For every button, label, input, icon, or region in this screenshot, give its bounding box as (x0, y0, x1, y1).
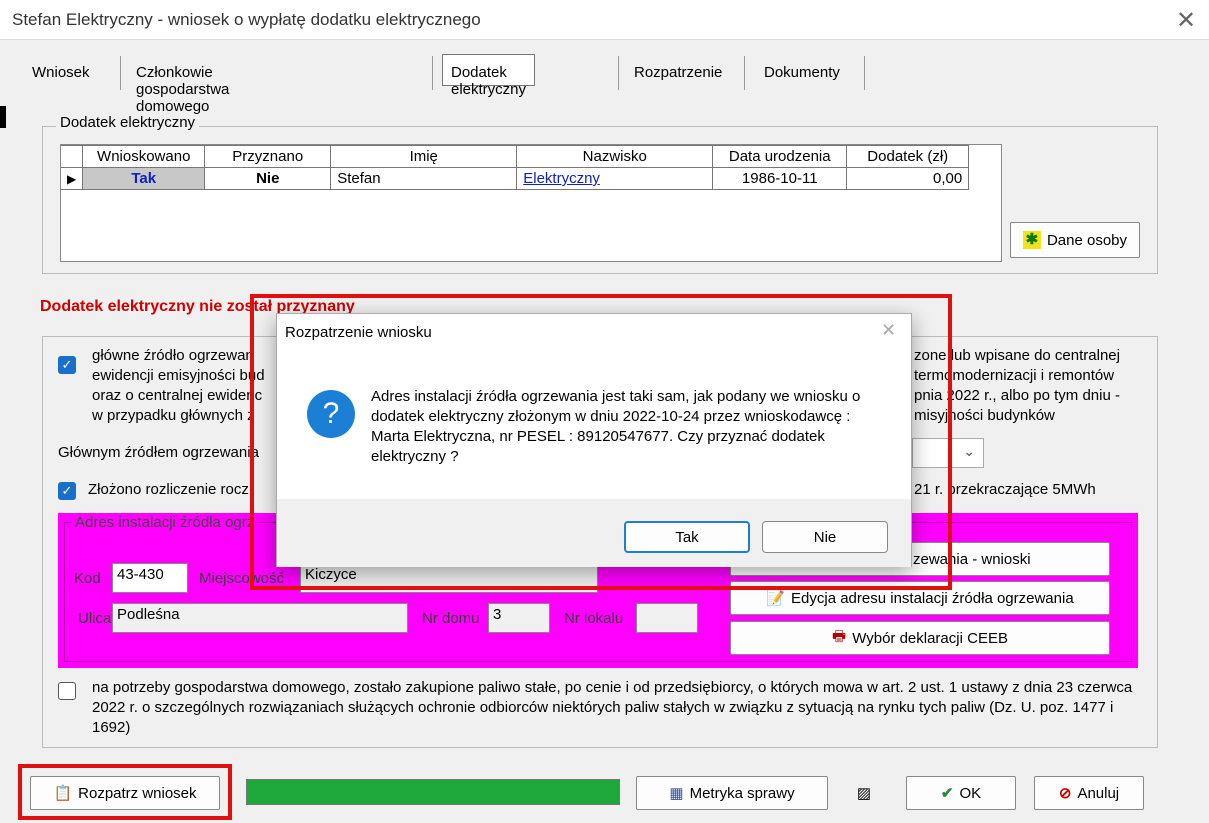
person-running-icon: ✱ (1022, 231, 1041, 249)
rozliczenie-text-left: Złożono rozliczenie rocz (88, 481, 249, 498)
left-edge-mark (0, 106, 6, 128)
dane-osoby-button[interactable]: ✱ Dane osoby (1010, 222, 1140, 258)
paliwo-checkbox[interactable] (58, 682, 76, 700)
cancel-circle-icon: ⊘ (1058, 785, 1072, 802)
checkmark-icon: ✔ (940, 785, 954, 802)
dialog-message: Adres instalacji źródła ogrzewania jest … (371, 388, 861, 465)
calendar-icon: ▦ (669, 785, 684, 802)
dialog-close-icon[interactable]: ✕ (881, 320, 896, 341)
edycja-adresu-label: Edycja adresu instalacji źródła ogrzewan… (791, 589, 1074, 607)
progress-bar (246, 779, 620, 805)
tab-separator (120, 56, 121, 90)
anuluj-label: Anuluj (1077, 784, 1120, 802)
col-nazwisko[interactable]: Nazwisko (516, 145, 714, 168)
persons-table-area: Wnioskowano Przyznano Imię Nazwisko Data… (60, 144, 1002, 262)
tab-separator (744, 56, 745, 90)
cell-data-urodzenia[interactable]: 1986-10-11 (712, 167, 848, 190)
rozpatrz-wniosek-button[interactable]: 📋 Rozpatrz wniosek (30, 776, 220, 810)
edycja-adresu-button[interactable]: 📝 Edycja adresu instalacji źródła ogrzew… (730, 581, 1110, 615)
row-pointer-icon: ▶ (61, 167, 84, 190)
kod-input[interactable]: 43-430 (112, 563, 188, 593)
nr-domu-label: Nr domu (422, 610, 480, 627)
glowne-zrodlo-text-right: zone lub wpisane do centralnej termomode… (914, 346, 1120, 426)
rozpatrzenie-dialog: Rozpatrzenie wniosku ✕ Adres instalacji … (276, 313, 912, 567)
miejscowosc-input[interactable]: Kiczyce (300, 563, 598, 593)
rozliczenie-checkbox[interactable]: ✓ (58, 482, 76, 500)
paliwo-text: na potrzeby gospodarstwa domowego, zosta… (92, 679, 1133, 736)
cell-wnioskowano[interactable]: Tak (82, 167, 206, 190)
text-line: ewidencji emisyjności bud (92, 367, 265, 384)
tab-czlonkowie[interactable]: Członkowie gospodarstwa domowego (128, 52, 237, 115)
dialog-yes-button[interactable]: Tak (624, 521, 750, 553)
ok-label: OK (959, 784, 982, 802)
text-line: oraz o centralnej ewidenc (92, 387, 263, 404)
dialog-no-button[interactable]: Nie (762, 521, 888, 553)
nr-domu-input[interactable]: 3 (488, 603, 550, 633)
row-indicator-header (61, 145, 84, 168)
table-row[interactable]: ▶ Tak Nie Stefan Elektryczny 1986-10-11 … (61, 167, 970, 190)
cell-imie[interactable]: Stefan (330, 167, 518, 190)
tab-rozpatrzenie[interactable]: Rozpatrzenie (626, 52, 730, 90)
text-line: termomodernizacji i remontów (914, 367, 1115, 384)
zrodla-wnioski-label: zewania - wnioski (913, 550, 1031, 568)
col-przyznano[interactable]: Przyznano (204, 145, 332, 168)
dodatek-group-legend: Dodatek elektryczny (56, 114, 200, 131)
glowne-zrodlo-label: Głównym źródłem ogrzewania (58, 444, 259, 461)
text-line: zone lub wpisane do centralnej (914, 347, 1120, 364)
text-line: główne źródło ogrzewan (92, 347, 254, 364)
progress-fill (247, 780, 619, 804)
glowne-zrodlo-text-left: główne źródło ogrzewan ewidencji emisyjn… (92, 346, 265, 426)
adres-legend: Adres instalacji źródła ogrz (72, 514, 258, 531)
tab-separator (618, 56, 619, 90)
nr-lokalu-input[interactable] (636, 603, 698, 633)
tab-separator (432, 56, 433, 90)
rozpatrz-wniosek-label: Rozpatrz wniosek (78, 784, 197, 802)
close-icon[interactable]: ✕ (1176, 6, 1196, 35)
text-line: misyjności budynków (914, 407, 1055, 424)
cell-przyznano[interactable]: Nie (204, 167, 332, 190)
metryka-sprawy-label: Metryka sprawy (689, 784, 795, 802)
tab-separator (864, 56, 865, 90)
tab-wniosek[interactable]: Wniosek (24, 52, 98, 90)
wybor-ceeb-button[interactable]: 🖶 Wybór deklaracji CEEB (730, 621, 1110, 655)
col-wnioskowano[interactable]: Wnioskowano (82, 145, 206, 168)
cell-dodatek[interactable]: 0,00 (846, 167, 970, 190)
window-title: Stefan Elektryczny - wniosek o wypłatę d… (12, 10, 481, 29)
dialog-footer: Tak Nie (277, 499, 911, 567)
ulica-input[interactable]: Podleśna (112, 603, 408, 633)
text-line: pnia 2022 r., albo po tym dniu - (914, 387, 1120, 404)
cell-nazwisko-link[interactable]: Elektryczny (516, 167, 714, 190)
tab-dodatek-elektryczny[interactable]: Dodatek elektryczny (442, 54, 536, 98)
printer-icon: 🖶 (832, 627, 847, 645)
dialog-title: Rozpatrzenie wniosku (285, 324, 432, 341)
edit-document-icon: 📝 (766, 590, 786, 607)
scan-icon[interactable]: ▨ (848, 778, 880, 808)
glowne-zrodlo-select[interactable]: ⌄ (912, 438, 984, 468)
miejscowosc-label: Miejscowość (199, 570, 285, 587)
glowne-zrodlo-checkbox[interactable]: ✓ (58, 356, 76, 374)
nr-lokalu-label: Nr lokalu (564, 610, 624, 627)
document-icon: 📋 (53, 785, 73, 802)
table-header: Wnioskowano Przyznano Imię Nazwisko Data… (61, 145, 970, 168)
chevron-down-icon: ⌄ (963, 443, 975, 459)
col-dodatek[interactable]: Dodatek (zł) (846, 145, 970, 168)
wybor-ceeb-label: Wybór deklaracji CEEB (852, 629, 1008, 647)
col-data-urodzenia[interactable]: Data urodzenia (712, 145, 848, 168)
ok-button[interactable]: ✔ OK (906, 776, 1016, 810)
metryka-sprawy-button[interactable]: ▦ Metryka sprawy (636, 776, 828, 810)
tab-dokumenty[interactable]: Dokumenty (756, 52, 848, 90)
question-icon: ? (307, 390, 355, 438)
kod-label: Kod (74, 570, 101, 587)
ulica-label: Ulica (78, 610, 112, 627)
anuluj-button[interactable]: ⊘ Anuluj (1034, 776, 1144, 810)
rozliczenie-text-right: 21 r. przekraczające 5MWh (914, 481, 1096, 498)
persons-table: Wnioskowano Przyznano Imię Nazwisko Data… (61, 145, 970, 190)
dane-osoby-label: Dane osoby (1046, 231, 1128, 249)
text-line: w przypadku głównych ź (92, 407, 255, 424)
col-imie[interactable]: Imię (330, 145, 518, 168)
